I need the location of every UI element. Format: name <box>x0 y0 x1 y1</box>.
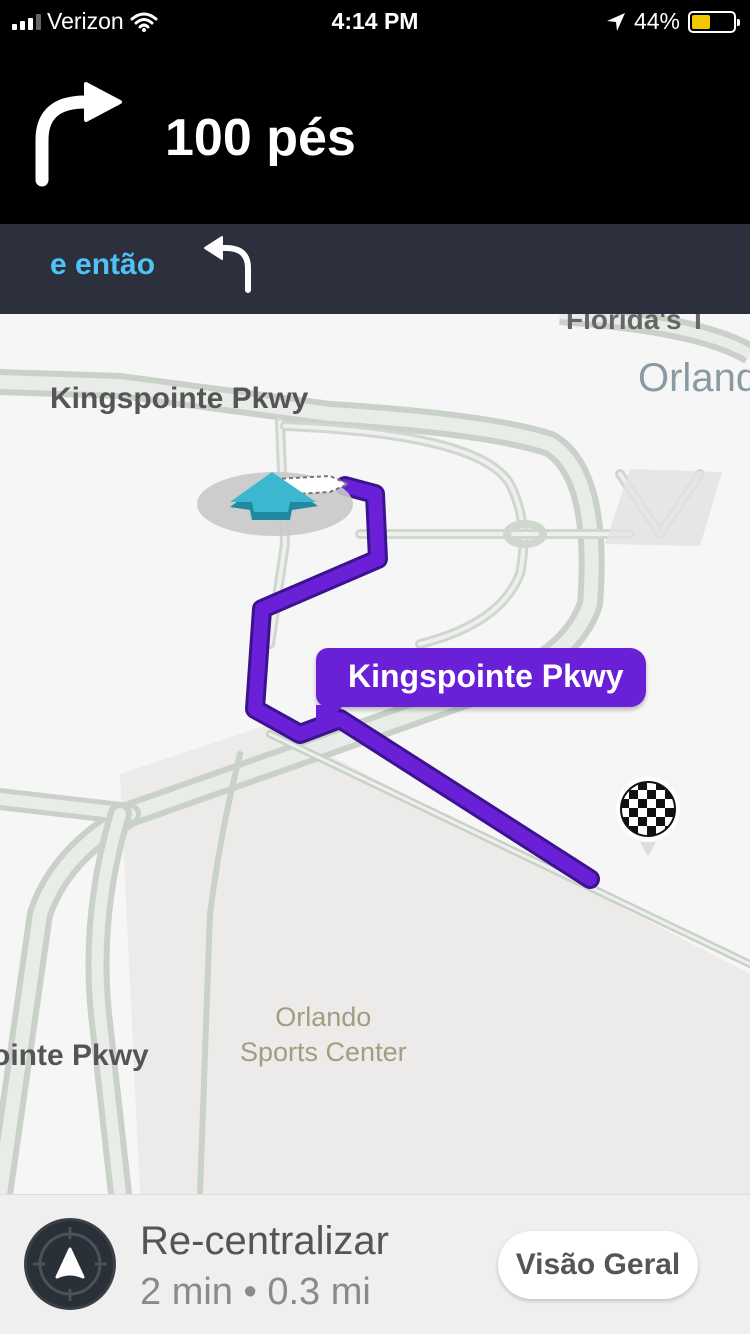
map-label-street-top: Kingspointe Pkwy <box>50 382 309 415</box>
turn-right-arrow-icon <box>35 82 122 187</box>
poi-line-2: Sports Center <box>240 1037 407 1067</box>
status-bar: Verizon 4:14 PM 44% <box>0 0 750 40</box>
battery-percent: 44% <box>633 8 680 34</box>
location-arrow-icon <box>606 12 625 31</box>
recenter-label[interactable]: Re-centralizar <box>140 1219 389 1264</box>
turn-distance: 100 pés <box>165 109 356 167</box>
eta-info: 2 min • 0.3 mi <box>140 1271 371 1313</box>
destination-checkered-flag-icon <box>616 777 680 856</box>
current-street-bubble: Kingspointe Pkwy <box>316 648 646 735</box>
map-label-poi: Orlando Sports Center <box>240 1000 407 1070</box>
overview-button[interactable]: Visão Geral <box>498 1231 698 1299</box>
poi-line-1: Orlando <box>275 1002 372 1032</box>
map-label-florida: Florida's T <box>566 314 707 335</box>
map-label-city: Orlando <box>638 356 750 400</box>
turn-left-arrow-icon <box>204 236 251 293</box>
battery-fill <box>692 14 710 29</box>
next-instruction-panel[interactable]: 100 pés <box>0 40 750 224</box>
then-instruction-panel[interactable]: e então <box>0 224 750 314</box>
then-label: e então <box>50 248 156 281</box>
recenter-button[interactable] <box>24 1218 116 1310</box>
map-view[interactable]: Florida's T Orlando Kingspointe Pkwy oin… <box>0 314 750 1194</box>
status-right: 44% <box>606 8 740 35</box>
map-label-street-bottom: ointe Pkwy <box>0 1039 149 1072</box>
compass-icon <box>33 1227 107 1301</box>
battery-icon <box>688 10 740 33</box>
